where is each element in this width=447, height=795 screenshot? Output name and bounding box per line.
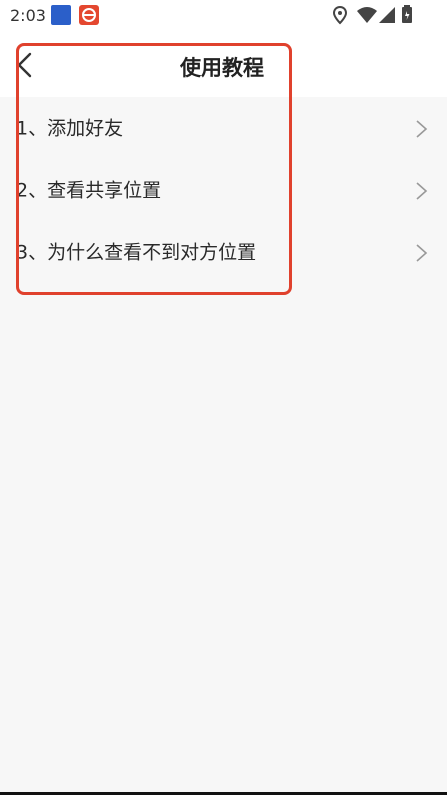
- header: 使用教程: [0, 30, 447, 97]
- app-notification-icon-2: [79, 5, 99, 25]
- list-item-label: 3、为什么查看不到对方位置: [16, 241, 257, 264]
- status-bar: 2:03: [0, 0, 447, 30]
- signal-icon: [378, 5, 396, 29]
- page-title: 使用教程: [180, 56, 264, 80]
- battery-icon: [401, 5, 413, 29]
- location-icon: [332, 5, 348, 29]
- wifi-icon: [356, 5, 378, 29]
- chevron-right-icon: [416, 182, 428, 200]
- list-item-add-friend[interactable]: 1、添加好友: [0, 97, 447, 159]
- app-notification-icon: [51, 5, 71, 25]
- chevron-right-icon: [416, 244, 428, 262]
- back-arrow-icon: [17, 52, 32, 78]
- list-item-label: 1、添加好友: [16, 117, 124, 140]
- tutorial-list: 1、添加好友 2、查看共享位置 3、为什么查看不到对方位置: [0, 97, 447, 283]
- chevron-right-icon: [416, 120, 428, 138]
- status-time: 2:03: [10, 6, 46, 25]
- list-item-view-shared-location[interactable]: 2、查看共享位置: [0, 159, 447, 221]
- list-item-label: 2、查看共享位置: [16, 179, 162, 202]
- list-item-why-cannot-view-location[interactable]: 3、为什么查看不到对方位置: [0, 221, 447, 283]
- back-button[interactable]: [10, 50, 40, 80]
